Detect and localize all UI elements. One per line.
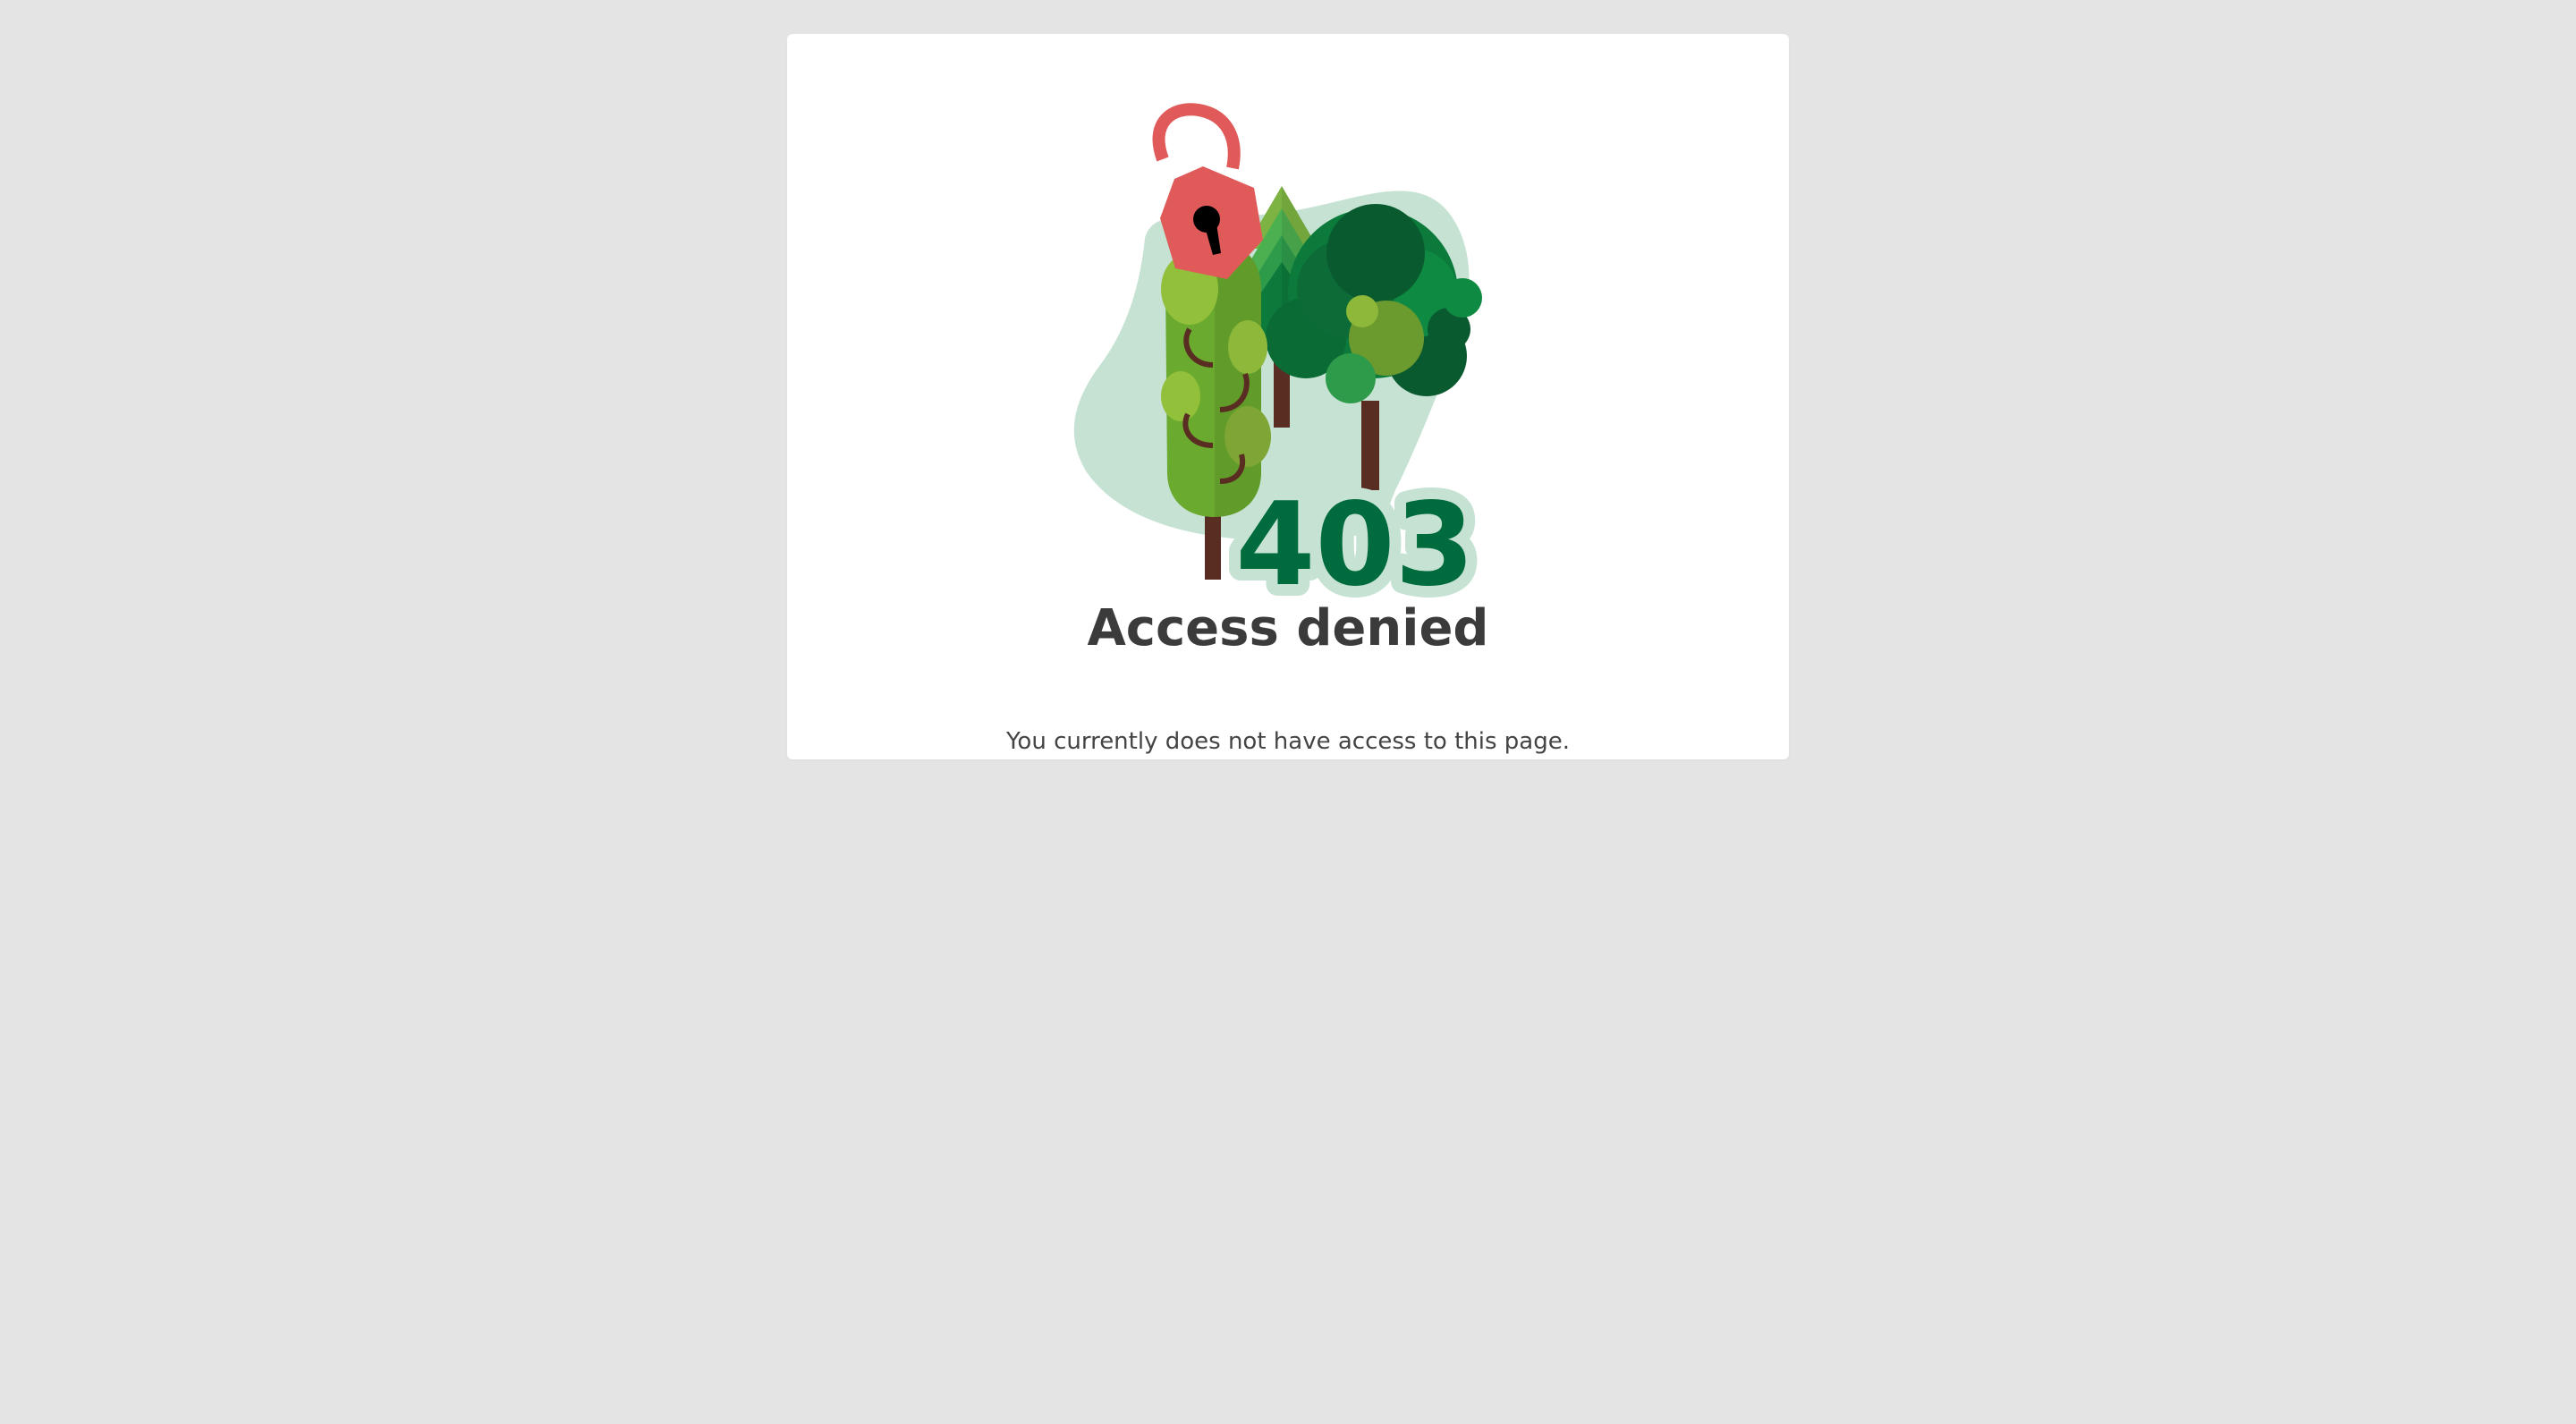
error-code: 403 bbox=[1235, 479, 1474, 612]
page-title: Access denied bbox=[1087, 599, 1489, 657]
error-card: 403 403 Access denied You currently does… bbox=[787, 34, 1789, 759]
error-illustration: 403 403 bbox=[1055, 70, 1521, 615]
access-message: You currently does not have access to th… bbox=[1005, 728, 1571, 755]
unlocked-padlock-icon bbox=[1152, 103, 1263, 279]
